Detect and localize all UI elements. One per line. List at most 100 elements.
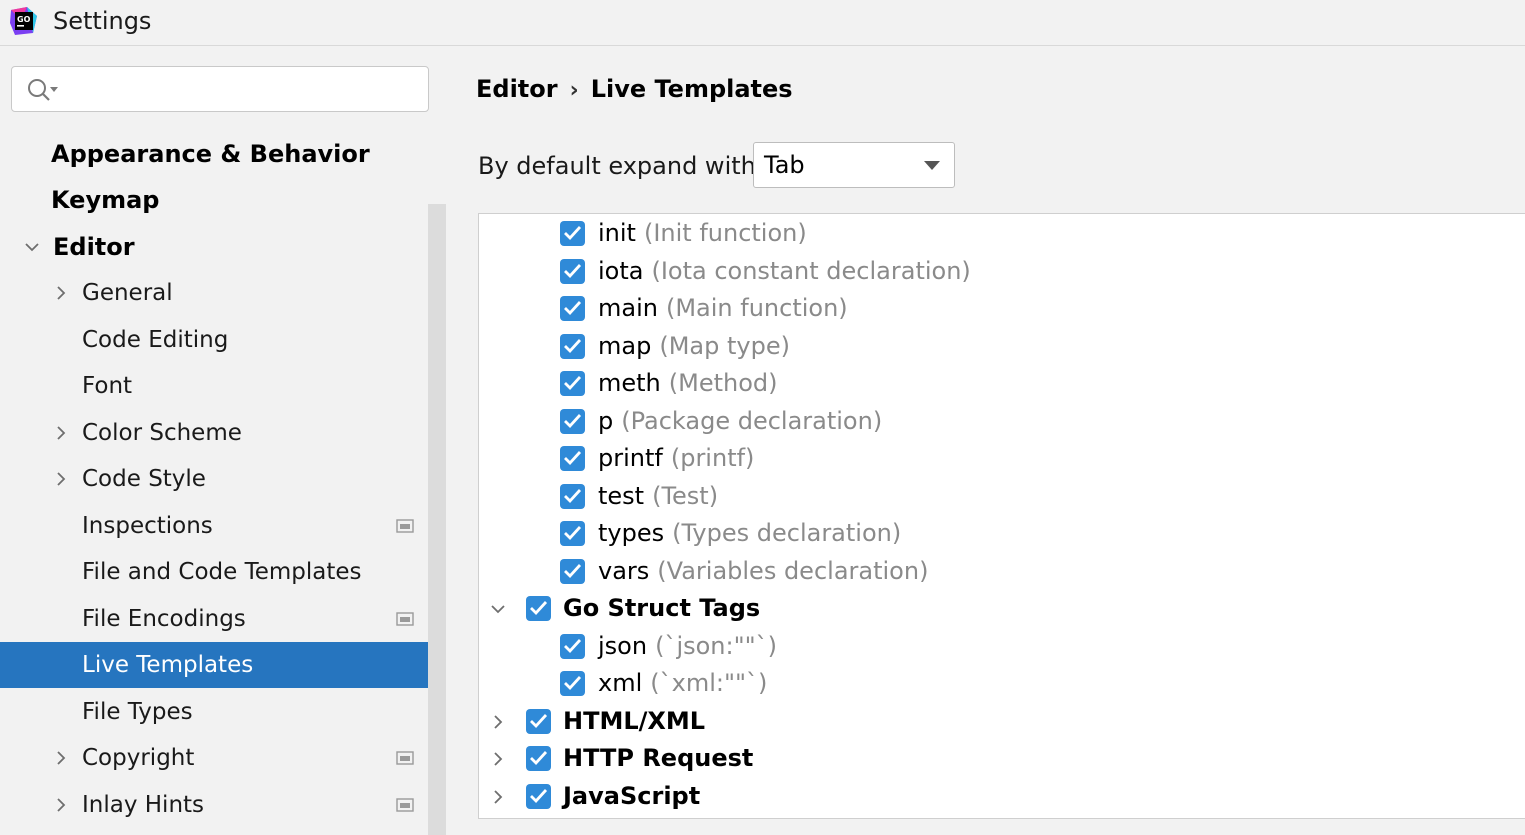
window-title: Settings bbox=[53, 7, 152, 35]
checkbox[interactable] bbox=[560, 221, 585, 246]
checkbox[interactable] bbox=[526, 746, 551, 771]
checkbox[interactable] bbox=[560, 408, 585, 434]
chevron-down-icon[interactable] bbox=[23, 238, 41, 256]
template-label: meth (Method) bbox=[598, 365, 778, 402]
template-group-go-struct-tags[interactable]: Go Struct Tags bbox=[479, 590, 1525, 627]
template-item-xml[interactable]: xml (`xml:""`) bbox=[479, 665, 1525, 702]
sidebar-item-code-editing[interactable]: Code Editing bbox=[0, 317, 428, 363]
breadcrumb-separator: › bbox=[569, 78, 579, 103]
expand-with-dropdown[interactable]: Tab bbox=[753, 142, 955, 188]
template-item-json[interactable]: json (`json:""`) bbox=[479, 628, 1525, 665]
breadcrumb-live-templates: Live Templates bbox=[590, 75, 793, 103]
sidebar-item-color-scheme[interactable]: Color Scheme bbox=[0, 410, 428, 456]
checkbox[interactable] bbox=[526, 596, 551, 621]
sidebar-item-file-types[interactable]: File Types bbox=[0, 689, 428, 735]
sidebar-item-label: Inspections bbox=[82, 513, 213, 539]
checkbox[interactable] bbox=[560, 296, 585, 321]
chevron-right-icon[interactable] bbox=[52, 424, 70, 442]
template-abbreviation: types bbox=[598, 519, 665, 547]
template-abbreviation: printf bbox=[598, 444, 663, 472]
sidebar-item-file-and-code-templates[interactable]: File and Code Templates bbox=[0, 549, 428, 595]
settings-sidebar: Appearance & Behavior Keymap Editor General… bbox=[0, 46, 446, 835]
sidebar-item-live-templates[interactable]: Live Templates bbox=[0, 642, 446, 688]
template-item-iota[interactable]: iota (Iota constant declaration) bbox=[479, 253, 1525, 290]
chevron-right-icon[interactable] bbox=[489, 788, 507, 806]
template-abbreviation: init bbox=[598, 219, 636, 247]
checkbox[interactable] bbox=[560, 483, 585, 509]
template-label: init (Init function) bbox=[598, 215, 807, 252]
template-description: (Main function) bbox=[665, 294, 848, 322]
templates-tree-panel: init (Init function) iota (Iota constant de… bbox=[478, 213, 1525, 819]
template-item-meth[interactable]: meth (Method) bbox=[479, 365, 1525, 402]
search-input[interactable] bbox=[68, 71, 422, 109]
template-group-html-xml[interactable]: HTML/XML bbox=[479, 703, 1525, 740]
template-group-http-request[interactable]: HTTP Request bbox=[479, 740, 1525, 777]
checkbox[interactable] bbox=[560, 558, 585, 584]
project-level-icon bbox=[396, 612, 414, 626]
sidebar-item-label: Font bbox=[82, 373, 133, 399]
sidebar-item-editor[interactable]: Editor bbox=[0, 224, 428, 270]
sidebar-item-appearance-behavior[interactable]: Appearance & Behavior bbox=[0, 131, 428, 177]
checkbox[interactable] bbox=[526, 783, 551, 809]
checkbox[interactable] bbox=[526, 708, 551, 734]
sidebar-item-copyright[interactable]: Copyright bbox=[0, 735, 428, 781]
template-label: Go Struct Tags bbox=[563, 590, 760, 627]
title-bar: GO Settings bbox=[0, 0, 1525, 46]
template-item-map[interactable]: map (Map type) bbox=[479, 328, 1525, 365]
template-item-printf[interactable]: printf (printf) bbox=[479, 440, 1525, 477]
template-abbreviation: xml bbox=[598, 669, 643, 697]
template-abbreviation: p bbox=[598, 406, 614, 435]
checkbox[interactable] bbox=[560, 671, 585, 696]
sidebar-item-label: Keymap bbox=[51, 186, 160, 214]
sidebar-item-general[interactable]: General bbox=[0, 270, 428, 316]
sidebar-item-inlay-hints[interactable]: Inlay Hints bbox=[0, 782, 428, 828]
chevron-right-icon[interactable] bbox=[52, 796, 70, 814]
expand-with-value: Tab bbox=[764, 151, 805, 179]
template-label: printf (printf) bbox=[598, 440, 754, 477]
chevron-down-icon[interactable] bbox=[489, 600, 507, 618]
chevron-right-icon[interactable] bbox=[52, 749, 70, 767]
template-abbreviation: json bbox=[598, 631, 648, 660]
sidebar-item-code-style[interactable]: Code Style bbox=[0, 456, 428, 502]
template-description: (Method) bbox=[668, 369, 778, 397]
checkbox[interactable] bbox=[560, 333, 585, 359]
sidebar-item-file-encodings[interactable]: File Encodings bbox=[0, 596, 428, 642]
checkbox[interactable] bbox=[560, 633, 585, 659]
template-label: main (Main function) bbox=[598, 290, 848, 327]
checkbox[interactable] bbox=[560, 521, 585, 546]
sidebar-item-label: Code Editing bbox=[82, 327, 229, 353]
template-abbreviation: HTTP Request bbox=[563, 744, 754, 772]
chevron-right-icon[interactable] bbox=[489, 713, 507, 731]
search-field[interactable] bbox=[11, 66, 429, 112]
breadcrumb-editor[interactable]: Editor bbox=[476, 75, 558, 103]
project-level-icon bbox=[396, 519, 414, 533]
chevron-right-icon[interactable] bbox=[489, 750, 507, 768]
template-abbreviation: iota bbox=[598, 256, 644, 285]
template-item-main[interactable]: main (Main function) bbox=[479, 290, 1525, 327]
sidebar-item-label: General bbox=[82, 280, 173, 306]
sidebar-scrollbar[interactable] bbox=[428, 204, 446, 835]
template-item-types[interactable]: types (Types declaration) bbox=[479, 515, 1525, 552]
template-group-javascript[interactable]: JavaScript bbox=[479, 778, 1525, 815]
template-item-vars[interactable]: vars (Variables declaration) bbox=[479, 553, 1525, 590]
checkbox[interactable] bbox=[560, 371, 585, 396]
chevron-right-icon[interactable] bbox=[52, 470, 70, 488]
sidebar-item-label: Appearance & Behavior bbox=[51, 140, 370, 168]
template-description: (printf) bbox=[670, 444, 755, 472]
template-label: p (Package declaration) bbox=[598, 403, 882, 440]
template-item-init[interactable]: init (Init function) bbox=[479, 215, 1525, 252]
sidebar-item-keymap[interactable]: Keymap bbox=[0, 177, 428, 223]
sidebar-item-label: File Types bbox=[82, 699, 193, 725]
checkbox[interactable] bbox=[560, 258, 585, 284]
chevron-right-icon[interactable] bbox=[52, 284, 70, 302]
template-abbreviation: map bbox=[598, 331, 652, 360]
checkbox[interactable] bbox=[560, 446, 585, 471]
sidebar-item-font[interactable]: Font bbox=[0, 363, 428, 409]
sidebar-item-inspections[interactable]: Inspections bbox=[0, 503, 428, 549]
template-description: (`xml:""`) bbox=[650, 669, 768, 697]
template-description: (Package declaration) bbox=[621, 406, 883, 435]
template-label: json (`json:""`) bbox=[598, 628, 777, 665]
template-item-test[interactable]: test (Test) bbox=[479, 478, 1525, 515]
template-item-p[interactable]: p (Package declaration) bbox=[479, 403, 1525, 440]
template-description: (`json:""`) bbox=[655, 631, 778, 660]
